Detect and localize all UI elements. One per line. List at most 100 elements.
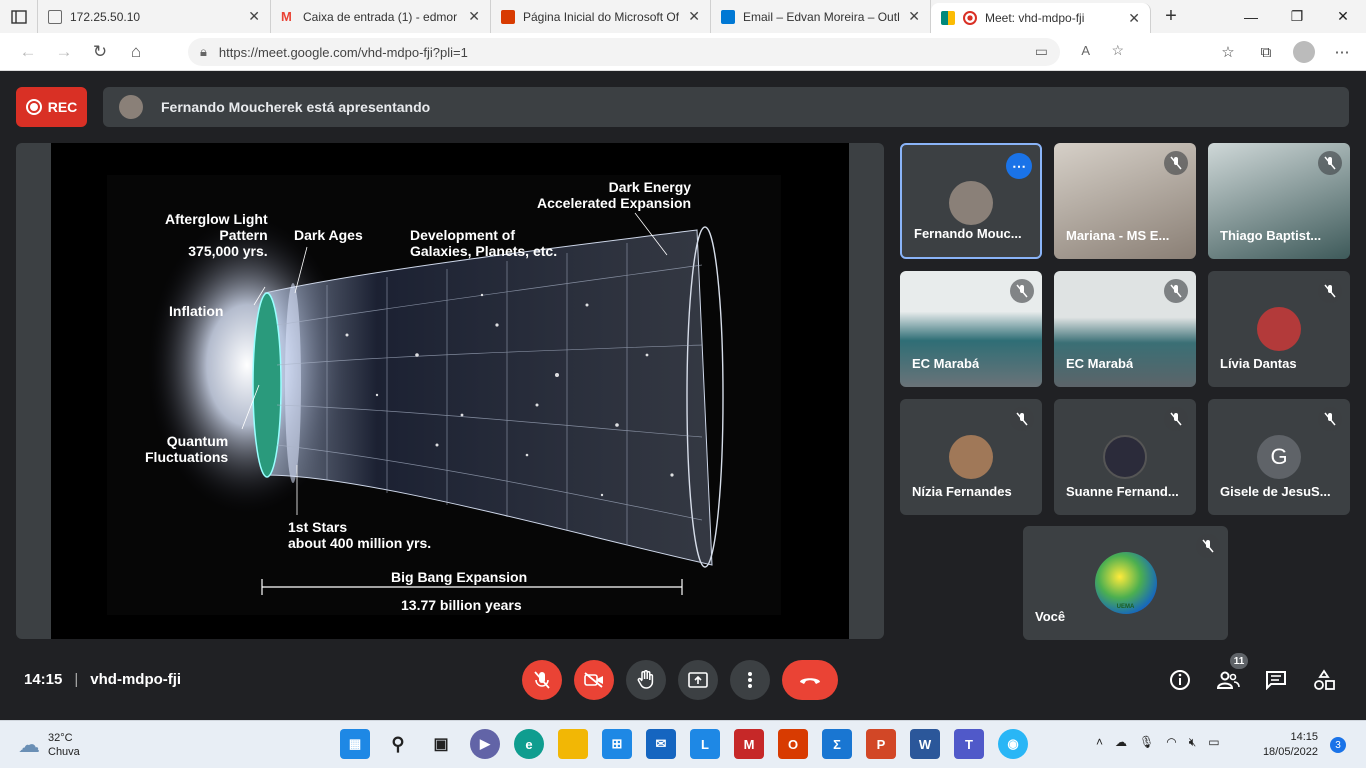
search-button[interactable]: ⚲ [383, 729, 413, 759]
people-icon [1216, 671, 1240, 689]
participant-tile[interactable]: Thiago Baptist... [1208, 143, 1350, 259]
lock-icon: 🔒︎ [200, 44, 207, 59]
hand-icon [637, 670, 654, 689]
battery-icon[interactable]: ▭ [1208, 735, 1219, 750]
close-window-button[interactable]: ✕ [1320, 0, 1366, 33]
tab-close-icon[interactable]: ✕ [1128, 10, 1140, 27]
more-options-button[interactable] [730, 660, 770, 700]
word-button[interactable]: W [910, 729, 940, 759]
wifi-icon[interactable]: ◠ [1166, 735, 1176, 750]
system-clock[interactable]: 14:15 18/05/2022 [1254, 730, 1318, 760]
word-icon: W [918, 736, 932, 752]
chevron-up-icon[interactable]: ˄ [1096, 735, 1103, 750]
uema-logo: UEMA [1094, 552, 1157, 614]
browser-tab-4[interactable]: Email – Edvan Moreira – Outl ✕ [711, 0, 931, 33]
edge-button[interactable]: e [514, 729, 544, 759]
home-button[interactable]: ⌂ [118, 37, 154, 67]
raise-hand-button[interactable] [626, 660, 666, 700]
globe-app-button[interactable]: ◉ [998, 729, 1028, 759]
plus-icon: + [1165, 5, 1177, 27]
present-screen-button[interactable] [678, 660, 718, 700]
meeting-details-button[interactable] [1166, 665, 1194, 695]
new-tab-button[interactable]: + [1151, 0, 1191, 33]
browser-toolbar: ← → ↻ ⌂ 🔒︎ https://meet.google.com/vhd-m… [0, 33, 1366, 71]
more-menu-icon[interactable]: ⋯ [1328, 37, 1356, 67]
tab-title: Página Inicial do Microsoft Of [523, 9, 680, 24]
notification-badge[interactable]: 3 [1330, 737, 1346, 753]
mcafee-button[interactable]: M [734, 729, 764, 759]
weather-widget[interactable]: ☁ 32°C Chuva [18, 731, 80, 759]
participant-tile[interactable]: Suanne Fernand... [1054, 399, 1196, 515]
tab-close-icon[interactable]: ✕ [248, 8, 260, 25]
sigma-app-button[interactable]: Σ [822, 729, 852, 759]
office-icon: O [787, 736, 799, 752]
camera-toggle-button[interactable] [574, 660, 614, 700]
tab-close-icon[interactable]: ✕ [688, 8, 700, 25]
mail-button[interactable]: ✉ [646, 729, 676, 759]
store-button[interactable]: ⊞ [602, 729, 632, 759]
participant-name: Thiago Baptist... [1220, 228, 1322, 243]
mic-off-icon [1318, 151, 1342, 175]
address-bar[interactable]: 🔒︎ https://meet.google.com/vhd-mdpo-fji?… [188, 38, 1124, 66]
browser-tab-1[interactable]: 172.25.50.10 ✕ [38, 0, 271, 33]
forward-button[interactable]: → [46, 37, 82, 67]
recording-badge[interactable]: REC [16, 87, 87, 127]
mic-off-icon [1010, 407, 1034, 431]
collections-icon[interactable]: ⧉ [1252, 37, 1280, 67]
participant-tile[interactable]: G Gisele de JesuS... [1208, 399, 1350, 515]
teams-chat-button[interactable]: ▶ [470, 729, 500, 759]
more-options-icon[interactable]: ⋯ [1006, 153, 1032, 179]
sigma-icon: Σ [833, 736, 841, 752]
profile-avatar [1293, 41, 1315, 63]
gmail-icon: M [281, 8, 292, 24]
microphone-toggle-button[interactable] [522, 660, 562, 700]
participant-tile[interactable]: EC Marabá [900, 271, 1042, 387]
rain-cloud-icon: ☁ [18, 732, 40, 757]
microphone-icon[interactable]: 🎙︎ [1139, 735, 1154, 750]
participant-tile[interactable]: ⋯ Fernando Mouc... [900, 143, 1042, 259]
activities-button[interactable] [1310, 665, 1338, 695]
profile-button[interactable] [1290, 37, 1318, 67]
add-favorite-icon[interactable]: ☆ [1111, 42, 1124, 59]
leave-call-button[interactable] [782, 660, 838, 700]
participant-tile[interactable]: Nízia Fernandes [900, 399, 1042, 515]
people-button[interactable] [1214, 665, 1242, 695]
favorites-icon[interactable]: ☆ [1214, 37, 1242, 67]
tab-actions-button[interactable] [0, 0, 38, 33]
mic-off-icon [1010, 279, 1034, 303]
task-view-button[interactable]: ▣ [426, 729, 456, 759]
participant-letter-avatar: G [1257, 435, 1301, 479]
teams-button[interactable]: T [954, 729, 984, 759]
volume-mute-icon[interactable]: 🔇︎ [1189, 735, 1197, 750]
browser-tab-3[interactable]: Página Inicial do Microsoft Of ✕ [491, 0, 711, 33]
powerpoint-button[interactable]: P [866, 729, 896, 759]
chat-button[interactable] [1262, 665, 1290, 695]
participant-tile[interactable]: Mariana - MS E... [1054, 143, 1196, 259]
back-button[interactable]: ← [10, 37, 46, 67]
outlook-icon [721, 9, 735, 24]
onedrive-icon[interactable]: ☁ [1115, 735, 1127, 750]
participant-name: Gisele de JesuS... [1220, 484, 1331, 499]
app-l-button[interactable]: L [690, 729, 720, 759]
minimize-button[interactable]: — [1228, 0, 1274, 33]
participant-tile[interactable]: EC Marabá [1054, 271, 1196, 387]
tab-close-icon[interactable]: ✕ [468, 8, 480, 25]
refresh-button[interactable]: ↻ [82, 37, 118, 67]
tab-close-icon[interactable]: ✕ [908, 8, 920, 25]
restore-button[interactable]: ❐ [1274, 0, 1320, 33]
page-icon [48, 9, 62, 24]
participant-avatar [949, 435, 993, 479]
start-button[interactable]: ▦ [340, 729, 370, 759]
browser-tab-5-active[interactable]: Meet: vhd-mdpo-fji ✕ [931, 3, 1151, 33]
camera-in-use-icon[interactable]: ▭ [1035, 43, 1048, 60]
chat-app-icon: ▶ [480, 736, 490, 751]
file-explorer-button[interactable] [558, 729, 588, 759]
browser-tab-2[interactable]: M Caixa de entrada (1) - edmor ✕ [271, 0, 491, 33]
office-button[interactable]: O [778, 729, 808, 759]
participant-tile[interactable]: Lívia Dantas [1208, 271, 1350, 387]
read-aloud-icon[interactable]: A [1081, 43, 1090, 58]
participant-avatar [1257, 307, 1301, 351]
clock-time: 14:15 [1290, 731, 1318, 743]
meeting-control-bar: 14:15 | vhd-mdpo-fji 11 [0, 647, 1366, 711]
self-tile[interactable]: UEMA Você [1023, 526, 1228, 640]
